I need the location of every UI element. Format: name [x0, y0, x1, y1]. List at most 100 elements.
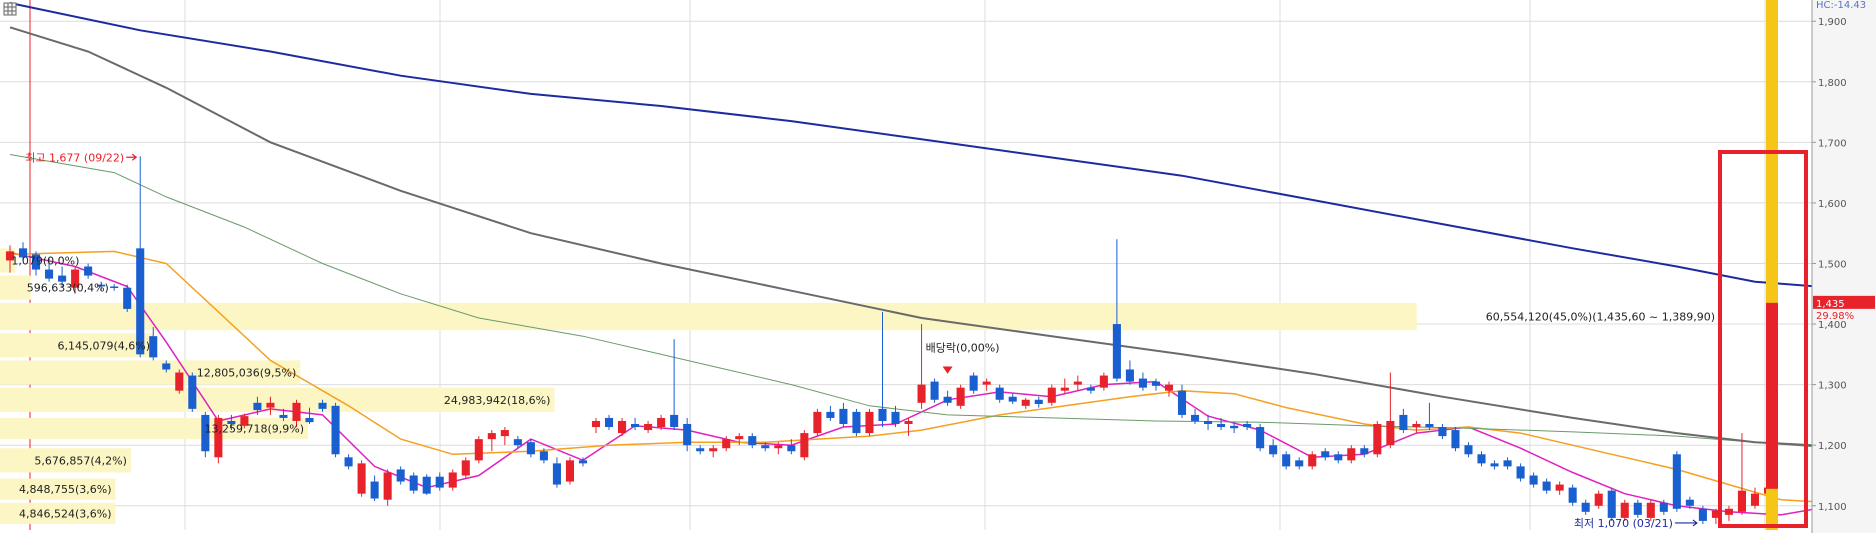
candle-body	[1386, 420, 1395, 446]
y-tick-label: 1,600	[1818, 199, 1847, 210]
candle-body	[565, 460, 574, 482]
volume-profile-label: 1,079(0,0%)	[11, 254, 79, 267]
high-price-label: 최고 1,677 (09/22)	[25, 151, 124, 164]
candle-body	[1438, 427, 1447, 437]
candle-body	[1737, 490, 1746, 512]
candle-body	[266, 402, 275, 408]
candle-body	[1190, 414, 1200, 421]
candle-body	[1177, 390, 1187, 415]
candle-body	[45, 269, 54, 279]
candle-body	[1334, 454, 1343, 461]
y-tick-label: 1,200	[1818, 441, 1847, 452]
candle-body	[1412, 424, 1421, 428]
candle-body	[1269, 445, 1278, 455]
candle-body	[1555, 484, 1564, 491]
candle-body	[1021, 399, 1030, 406]
candle-body	[526, 442, 535, 455]
candle-body	[1698, 508, 1707, 521]
candle-body	[1620, 502, 1629, 518]
candle-body	[917, 384, 926, 403]
candle-body	[84, 266, 93, 276]
candle-body	[1125, 369, 1134, 382]
candle-body	[344, 457, 353, 467]
y-axis: 1,1001,2001,3001,4001,5001,6001,7001,800…	[1811, 0, 1876, 533]
candle-body	[149, 336, 158, 358]
candle-body	[474, 439, 483, 461]
candle-body	[891, 411, 900, 424]
candle-body	[1347, 448, 1356, 461]
candle-body	[995, 387, 1004, 400]
candle-body	[722, 439, 731, 449]
candle-body	[1568, 487, 1577, 503]
volume-profile-label: 5,676,857(4,2%)	[34, 454, 127, 467]
candle-body	[513, 439, 522, 446]
candle-body	[578, 460, 588, 464]
candle-body	[1516, 466, 1525, 479]
y-tick-label: 1,900	[1818, 17, 1847, 28]
plot-background	[0, 0, 1812, 530]
candle-body	[852, 411, 861, 434]
candle-body	[1542, 481, 1551, 491]
candle-body	[1204, 420, 1213, 424]
candle-body	[188, 375, 197, 409]
candle-body	[1399, 414, 1408, 431]
candle-body	[370, 481, 379, 499]
y-tick-label: 1,700	[1818, 138, 1847, 149]
candle-body	[1477, 454, 1486, 464]
candle-body	[956, 387, 965, 406]
candle-body	[123, 287, 132, 309]
candle-body	[1425, 424, 1434, 428]
candle-body	[657, 417, 666, 428]
grid	[0, 0, 1812, 530]
candle-body	[1503, 460, 1512, 467]
candle-body	[1060, 387, 1069, 391]
volume-profile-label: 4,846,524(3,6%)	[19, 507, 112, 520]
candle-body	[1581, 502, 1590, 512]
candle-body	[1164, 384, 1174, 391]
candle-body	[774, 445, 783, 449]
candle-body	[1594, 493, 1603, 506]
candle-body	[904, 420, 913, 424]
candle-body	[1646, 502, 1655, 518]
candle-body	[826, 411, 835, 418]
candle-body	[631, 424, 640, 428]
candle-body	[448, 472, 457, 488]
candle-body	[1659, 502, 1668, 512]
candle-body	[1230, 425, 1239, 429]
candle-body	[1724, 508, 1733, 515]
candle-body	[409, 475, 418, 491]
candle-body	[930, 381, 939, 400]
candle-body	[1282, 454, 1291, 467]
candle-body	[696, 448, 705, 452]
volume-profile-label: 24,983,942(18,6%)	[444, 394, 551, 407]
candle-body	[292, 402, 301, 421]
chart-canvas: 4,846,524(3,6%) 4,848,755(3,6%) 5,676,857(…	[0, 0, 1876, 533]
volume-profile-label: 6,145,079(4,6%)	[57, 339, 150, 352]
candle-body	[539, 451, 548, 461]
candle-body	[1034, 399, 1043, 405]
candle-body	[644, 424, 653, 431]
candle-body	[1008, 396, 1017, 402]
current-price-label: 1,435	[1816, 299, 1845, 310]
candle-body	[1464, 445, 1473, 455]
candle-body	[735, 436, 744, 440]
volume-profile-label: 13,259,718(9,9%)	[204, 423, 304, 436]
candle-body	[813, 411, 822, 434]
candle-body	[1373, 424, 1382, 455]
candle-body	[1685, 499, 1694, 506]
candle-body	[1138, 378, 1147, 388]
dividend-label: 배당락(0,00%)	[926, 341, 1000, 354]
candle-body	[1243, 424, 1252, 428]
candle-body	[1672, 454, 1681, 509]
candle-body	[969, 375, 978, 391]
current-candle-marker	[1766, 302, 1778, 489]
grid-toggle-icon[interactable]	[3, 2, 17, 16]
candle-body	[670, 414, 679, 428]
candle-body	[591, 420, 601, 428]
candle-body	[1047, 387, 1056, 403]
candle-body	[1308, 454, 1317, 467]
candle-body	[683, 424, 692, 446]
candle-body	[110, 286, 119, 289]
candle-body	[839, 408, 848, 424]
candle-body	[175, 372, 184, 391]
